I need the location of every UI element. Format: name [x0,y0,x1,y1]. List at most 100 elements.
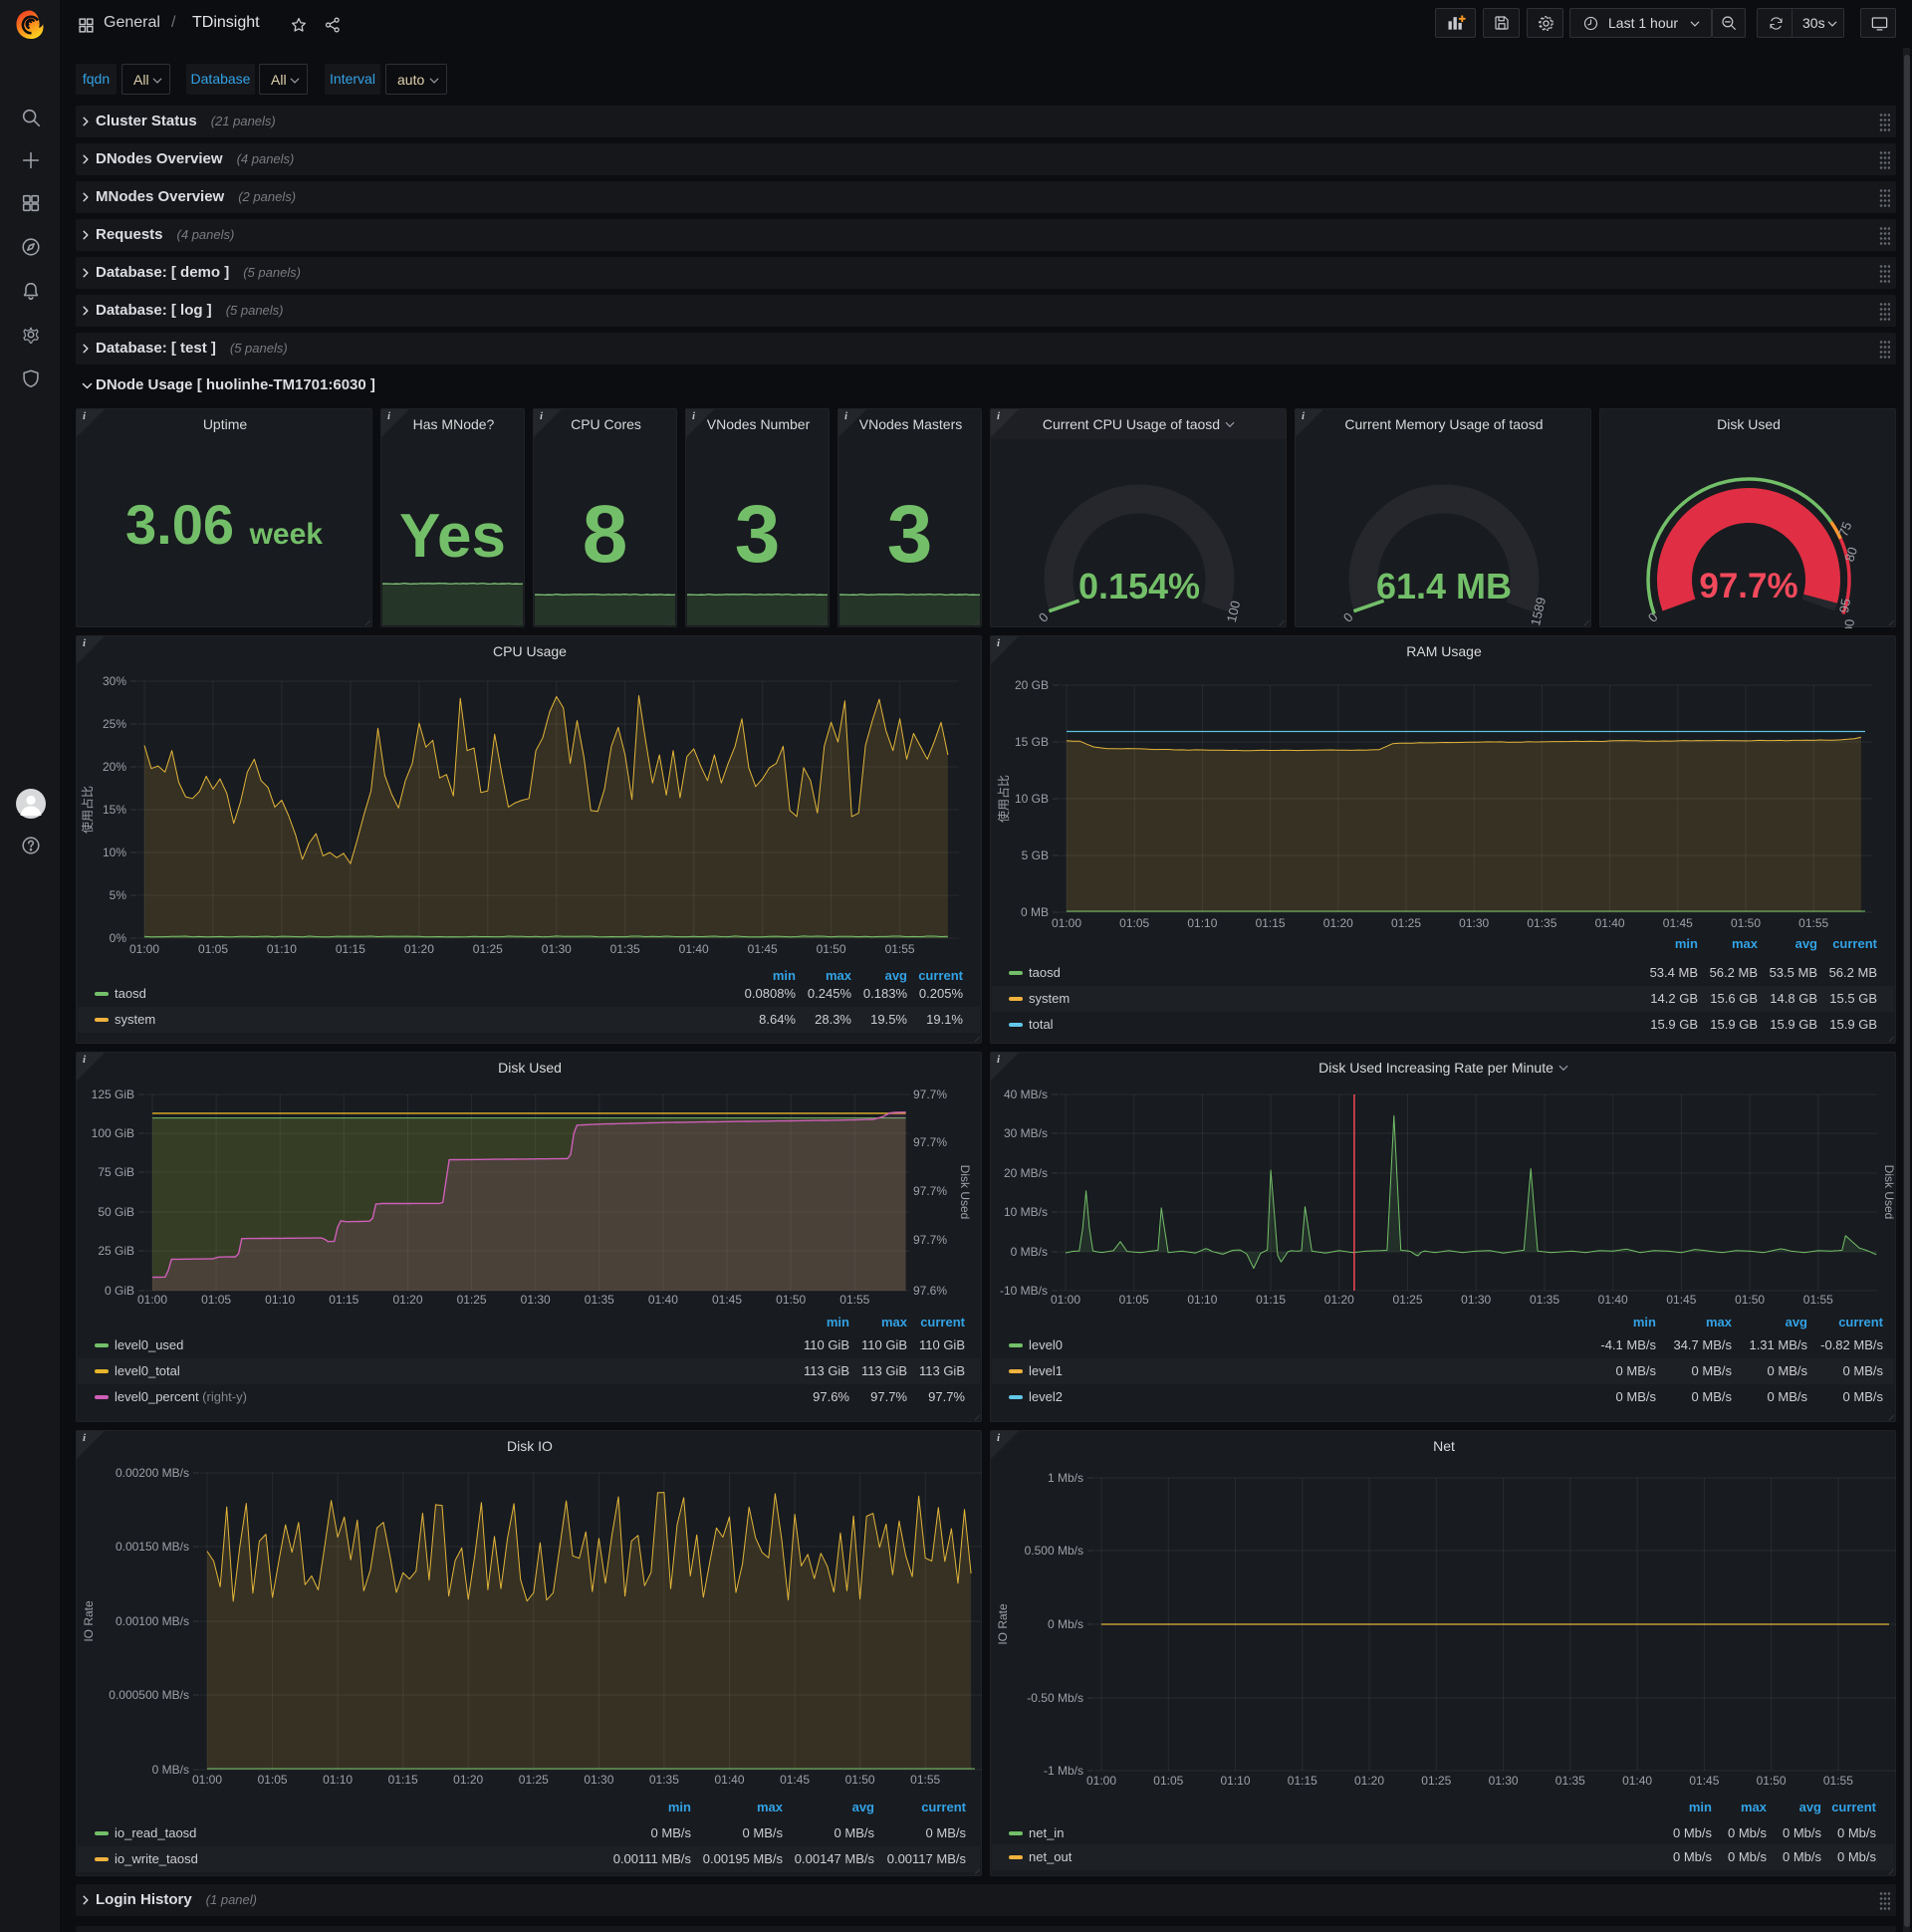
svg-text:50 GiB: 50 GiB [98,1205,134,1219]
svg-text:01:20: 01:20 [404,942,434,956]
svg-text:01:20: 01:20 [1354,1774,1384,1788]
svg-text:01:35: 01:35 [1527,916,1556,930]
svg-text:01:15: 01:15 [329,1293,358,1307]
svg-text:01:05: 01:05 [1119,916,1149,930]
svg-text:01:00: 01:00 [1052,916,1081,930]
svg-text:01:45: 01:45 [748,942,778,956]
svg-text:01:40: 01:40 [679,942,709,956]
svg-text:0.154%: 0.154% [1078,566,1200,606]
svg-text:01:05: 01:05 [198,942,228,956]
svg-text:0 MB/s: 0 MB/s [1011,1245,1048,1259]
svg-text:01:15: 01:15 [1256,916,1286,930]
svg-text:01:45: 01:45 [780,1773,810,1787]
svg-text:97.7%: 97.7% [913,1087,947,1101]
svg-text:01:55: 01:55 [1798,916,1828,930]
svg-text:20%: 20% [103,760,126,774]
svg-text:0: 0 [1036,609,1052,625]
svg-text:01:55: 01:55 [1803,1293,1833,1307]
svg-text:01:50: 01:50 [1735,1293,1765,1307]
svg-text:01:50: 01:50 [817,942,846,956]
svg-text:25 GiB: 25 GiB [98,1244,134,1258]
svg-text:01:10: 01:10 [1187,916,1217,930]
svg-text:01:45: 01:45 [1689,1774,1719,1788]
svg-text:01:35: 01:35 [1555,1774,1585,1788]
svg-text:01:10: 01:10 [1220,1774,1250,1788]
svg-text:10 MB/s: 10 MB/s [1004,1205,1048,1219]
svg-text:80: 80 [1841,545,1860,563]
svg-text:01:10: 01:10 [1187,1293,1217,1307]
svg-text:5%: 5% [110,888,127,902]
svg-text:01:15: 01:15 [1288,1774,1317,1788]
svg-text:01:05: 01:05 [1153,1774,1183,1788]
svg-text:01:25: 01:25 [1392,1293,1422,1307]
svg-text:15%: 15% [103,803,126,817]
svg-text:0 Mb/s: 0 Mb/s [1048,1617,1083,1631]
svg-text:01:25: 01:25 [1391,916,1421,930]
svg-text:IO Rate: IO Rate [82,1600,96,1642]
svg-text:01:25: 01:25 [457,1293,487,1307]
svg-text:01:40: 01:40 [1598,1293,1628,1307]
svg-text:01:35: 01:35 [610,942,640,956]
svg-text:01:05: 01:05 [1119,1293,1149,1307]
svg-text:01:25: 01:25 [519,1773,549,1787]
svg-text:01:00: 01:00 [192,1773,222,1787]
svg-text:61.4 MB: 61.4 MB [1376,566,1512,606]
svg-text:20 MB/s: 20 MB/s [1004,1166,1048,1180]
svg-text:0 GiB: 0 GiB [105,1284,134,1298]
svg-text:01:50: 01:50 [1731,916,1761,930]
svg-text:01:50: 01:50 [1757,1774,1787,1788]
svg-text:01:20: 01:20 [1323,916,1353,930]
svg-text:01:30: 01:30 [1459,916,1489,930]
svg-text:97.7%: 97.7% [913,1184,947,1198]
svg-text:97.7%: 97.7% [1699,567,1797,605]
svg-text:100: 100 [1840,618,1857,628]
svg-text:30 MB/s: 30 MB/s [1004,1126,1048,1140]
svg-text:Disk Used: Disk Used [1882,1165,1896,1220]
svg-text:01:30: 01:30 [584,1773,613,1787]
svg-text:01:50: 01:50 [845,1773,875,1787]
svg-text:01:10: 01:10 [323,1773,353,1787]
svg-text:40 MB/s: 40 MB/s [1004,1087,1048,1101]
svg-text:0.500 Mb/s: 0.500 Mb/s [1025,1544,1083,1558]
svg-text:01:55: 01:55 [839,1293,869,1307]
svg-text:01:15: 01:15 [1256,1293,1286,1307]
svg-text:01:40: 01:40 [648,1293,678,1307]
svg-text:0 MB/s: 0 MB/s [152,1763,189,1777]
svg-text:01:45: 01:45 [1666,1293,1696,1307]
svg-text:01:20: 01:20 [453,1773,483,1787]
svg-text:使用占比: 使用占比 [80,786,95,834]
svg-text:01:45: 01:45 [712,1293,742,1307]
svg-text:01:30: 01:30 [1489,1774,1519,1788]
svg-text:1 Mb/s: 1 Mb/s [1048,1471,1083,1485]
svg-text:0%: 0% [110,931,127,945]
svg-text:5 GB: 5 GB [1022,848,1049,862]
svg-text:10 GB: 10 GB [1015,792,1049,806]
svg-text:97.7%: 97.7% [913,1233,947,1247]
svg-text:使用占比: 使用占比 [996,775,1011,823]
svg-text:01:30: 01:30 [1461,1293,1491,1307]
svg-text:-0.50 Mb/s: -0.50 Mb/s [1027,1691,1083,1705]
svg-text:01:15: 01:15 [336,942,365,956]
svg-text:01:15: 01:15 [388,1773,418,1787]
svg-text:01:00: 01:00 [1051,1293,1080,1307]
svg-text:100 GiB: 100 GiB [92,1126,134,1140]
svg-text:0.000500 MB/s: 0.000500 MB/s [109,1688,189,1702]
svg-text:-1 Mb/s: -1 Mb/s [1044,1764,1083,1778]
svg-text:01:40: 01:40 [1595,916,1625,930]
svg-text:25%: 25% [103,717,126,731]
svg-text:01:55: 01:55 [885,942,915,956]
svg-text:01:10: 01:10 [267,942,297,956]
svg-text:0.00150 MB/s: 0.00150 MB/s [116,1540,189,1554]
svg-text:01:05: 01:05 [201,1293,231,1307]
svg-text:97.7%: 97.7% [913,1135,947,1149]
svg-text:0.00100 MB/s: 0.00100 MB/s [116,1614,189,1628]
svg-text:01:10: 01:10 [265,1293,295,1307]
svg-text:01:40: 01:40 [714,1773,744,1787]
svg-text:01:55: 01:55 [910,1773,940,1787]
svg-text:01:25: 01:25 [1421,1774,1451,1788]
svg-text:01:20: 01:20 [1324,1293,1354,1307]
svg-text:0: 0 [1340,609,1356,625]
svg-text:15 GB: 15 GB [1015,735,1049,749]
svg-text:01:25: 01:25 [473,942,503,956]
svg-text:125 GiB: 125 GiB [92,1087,134,1101]
